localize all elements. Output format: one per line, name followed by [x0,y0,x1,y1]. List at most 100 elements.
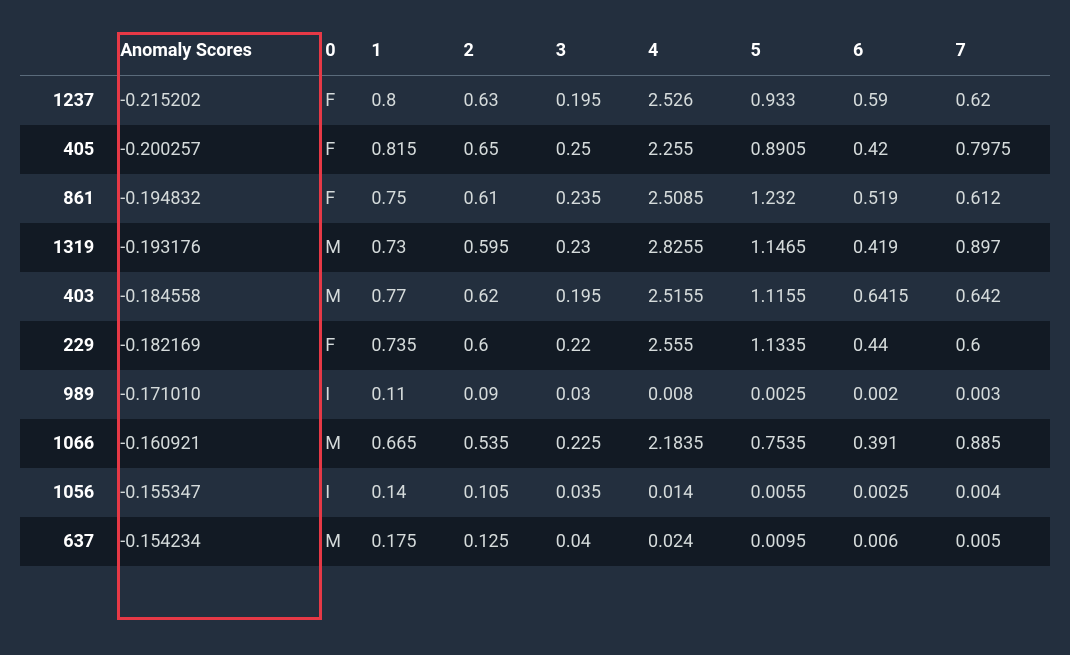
cell-c3: 0.23 [548,223,640,272]
cell-c0: M [317,517,363,566]
cell-c1: 0.735 [363,321,455,370]
cell-c3: 0.25 [548,125,640,174]
cell-c4: 2.555 [640,321,742,370]
cell-c4: 0.014 [640,468,742,517]
cell-anomaly: -0.171010 [112,370,317,419]
cell-c6: 0.0025 [845,468,947,517]
row-index: 861 [20,174,112,223]
cell-c5: 1.1335 [743,321,845,370]
cell-c0: I [317,468,363,517]
table-body: 1237-0.215202F0.80.630.1952.5260.9330.59… [20,76,1050,567]
cell-c6: 0.519 [845,174,947,223]
cell-c7: 0.004 [947,468,1050,517]
row-index: 637 [20,517,112,566]
cell-c1: 0.8 [363,76,455,126]
cell-anomaly: -0.194832 [112,174,317,223]
cell-c5: 0.0025 [743,370,845,419]
cell-anomaly: -0.184558 [112,272,317,321]
cell-c4: 2.5085 [640,174,742,223]
cell-c6: 0.419 [845,223,947,272]
table-header-row: Anomaly Scores 0 1 2 3 4 5 6 7 [20,30,1050,76]
cell-c1: 0.665 [363,419,455,468]
cell-c5: 0.0055 [743,468,845,517]
cell-c7: 0.642 [947,272,1050,321]
cell-c3: 0.235 [548,174,640,223]
row-index: 1319 [20,223,112,272]
header-col-7: 7 [947,30,1050,76]
cell-c2: 0.125 [456,517,548,566]
cell-c5: 0.0095 [743,517,845,566]
row-index: 1066 [20,419,112,468]
row-index: 989 [20,370,112,419]
table-row: 1066-0.160921M0.6650.5350.2252.18350.753… [20,419,1050,468]
cell-c0: M [317,419,363,468]
cell-c0: F [317,321,363,370]
cell-c1: 0.75 [363,174,455,223]
cell-c5: 1.1465 [743,223,845,272]
cell-c3: 0.03 [548,370,640,419]
cell-c3: 0.22 [548,321,640,370]
data-table: Anomaly Scores 0 1 2 3 4 5 6 7 1237-0.21… [20,30,1050,566]
cell-c1: 0.11 [363,370,455,419]
header-col-5: 5 [743,30,845,76]
cell-c7: 0.897 [947,223,1050,272]
cell-c1: 0.14 [363,468,455,517]
cell-c6: 0.002 [845,370,947,419]
header-col-2: 2 [456,30,548,76]
cell-c2: 0.61 [456,174,548,223]
cell-c0: M [317,223,363,272]
table-row: 637-0.154234M0.1750.1250.040.0240.00950.… [20,517,1050,566]
cell-c0: F [317,125,363,174]
row-index: 405 [20,125,112,174]
cell-c4: 2.8255 [640,223,742,272]
cell-c6: 0.44 [845,321,947,370]
cell-c7: 0.612 [947,174,1050,223]
cell-c3: 0.225 [548,419,640,468]
cell-c7: 0.7975 [947,125,1050,174]
table-row: 405-0.200257F0.8150.650.252.2550.89050.4… [20,125,1050,174]
cell-c6: 0.006 [845,517,947,566]
row-index: 229 [20,321,112,370]
header-col-4: 4 [640,30,742,76]
table-row: 1237-0.215202F0.80.630.1952.5260.9330.59… [20,76,1050,126]
header-col-3: 3 [548,30,640,76]
cell-c0: F [317,76,363,126]
cell-c2: 0.65 [456,125,548,174]
header-anomaly-scores: Anomaly Scores [112,30,317,76]
cell-c5: 0.933 [743,76,845,126]
cell-c2: 0.105 [456,468,548,517]
cell-c5: 1.1155 [743,272,845,321]
cell-anomaly: -0.200257 [112,125,317,174]
cell-c0: M [317,272,363,321]
cell-c1: 0.73 [363,223,455,272]
cell-c4: 0.008 [640,370,742,419]
cell-c1: 0.77 [363,272,455,321]
cell-c3: 0.035 [548,468,640,517]
cell-c2: 0.595 [456,223,548,272]
row-index: 403 [20,272,112,321]
cell-c2: 0.6 [456,321,548,370]
cell-c3: 0.04 [548,517,640,566]
cell-c4: 2.5155 [640,272,742,321]
cell-c7: 0.6 [947,321,1050,370]
cell-c4: 2.1835 [640,419,742,468]
table-row: 1319-0.193176M0.730.5950.232.82551.14650… [20,223,1050,272]
header-index [20,30,112,76]
table-row: 403-0.184558M0.770.620.1952.51551.11550.… [20,272,1050,321]
header-col-1: 1 [363,30,455,76]
cell-c2: 0.535 [456,419,548,468]
cell-c2: 0.62 [456,272,548,321]
cell-c4: 2.255 [640,125,742,174]
cell-c0: I [317,370,363,419]
table-row: 989-0.171010I0.110.090.030.0080.00250.00… [20,370,1050,419]
cell-anomaly: -0.193176 [112,223,317,272]
cell-c6: 0.59 [845,76,947,126]
table-row: 229-0.182169F0.7350.60.222.5551.13350.44… [20,321,1050,370]
cell-c7: 0.62 [947,76,1050,126]
header-col-6: 6 [845,30,947,76]
row-index: 1237 [20,76,112,126]
cell-c4: 0.024 [640,517,742,566]
cell-anomaly: -0.215202 [112,76,317,126]
cell-anomaly: -0.160921 [112,419,317,468]
cell-c4: 2.526 [640,76,742,126]
